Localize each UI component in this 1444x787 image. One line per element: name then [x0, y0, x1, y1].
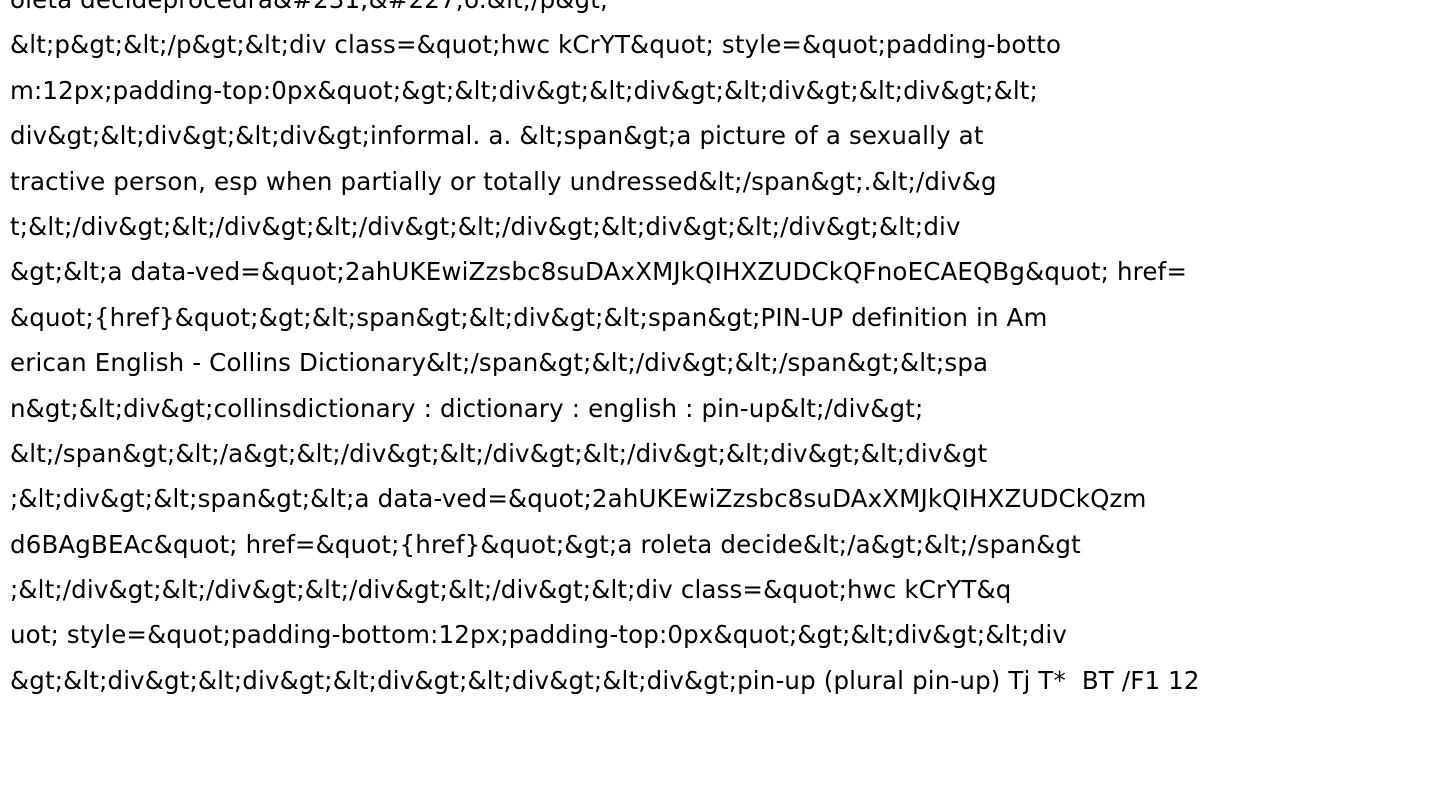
- text-line: n&gt;&lt;div&gt;collinsdictionary : dict…: [10, 393, 924, 423]
- text-line: tractive person, esp when partially or t…: [10, 166, 997, 196]
- text-line: erican English - Collins Dictionary&lt;/…: [10, 348, 989, 378]
- text-line: &lt;/span&gt;&lt;/a&gt;&lt;/div&gt;&lt;/…: [10, 438, 988, 468]
- text-block: oleta decideprocedra&#231;&#227;o.&lt;/p…: [10, 0, 1444, 703]
- text-line: uot; style=&quot;padding-bottom:12px;pad…: [10, 620, 1067, 650]
- text-line: oleta decideprocedra&#231;&#227;o.&lt;/p…: [10, 0, 1444, 22]
- text-line: &gt;&lt;a data-ved=&quot;2ahUKEwiZzsbc8s…: [10, 257, 1188, 287]
- text-line: d6BAgBEAc&quot; href=&quot;{href}&quot;&…: [10, 529, 1081, 559]
- text-line: &lt;p&gt;&lt;/p&gt;&lt;div class=&quot;h…: [10, 30, 1062, 60]
- text-line: m:12px;padding-top:0px&quot;&gt;&lt;div&…: [10, 75, 1038, 105]
- text-line: ;&lt;div&gt;&lt;span&gt;&lt;a data-ved=&…: [10, 484, 1147, 514]
- text-line: &quot;{href}&quot;&gt;&lt;span&gt;&lt;di…: [10, 302, 1048, 332]
- document-page: oleta decideprocedra&#231;&#227;o.&lt;/p…: [0, 0, 1444, 787]
- text-line: &gt;&lt;div&gt;&lt;div&gt;&lt;div&gt;&lt…: [10, 665, 1200, 695]
- text-line: ;&lt;/div&gt;&lt;/div&gt;&lt;/div&gt;&lt…: [10, 575, 1012, 605]
- text-line: t;&lt;/div&gt;&lt;/div&gt;&lt;/div&gt;&l…: [10, 211, 961, 241]
- text-line: div&gt;&lt;div&gt;&lt;div&gt;informal. a…: [10, 121, 984, 151]
